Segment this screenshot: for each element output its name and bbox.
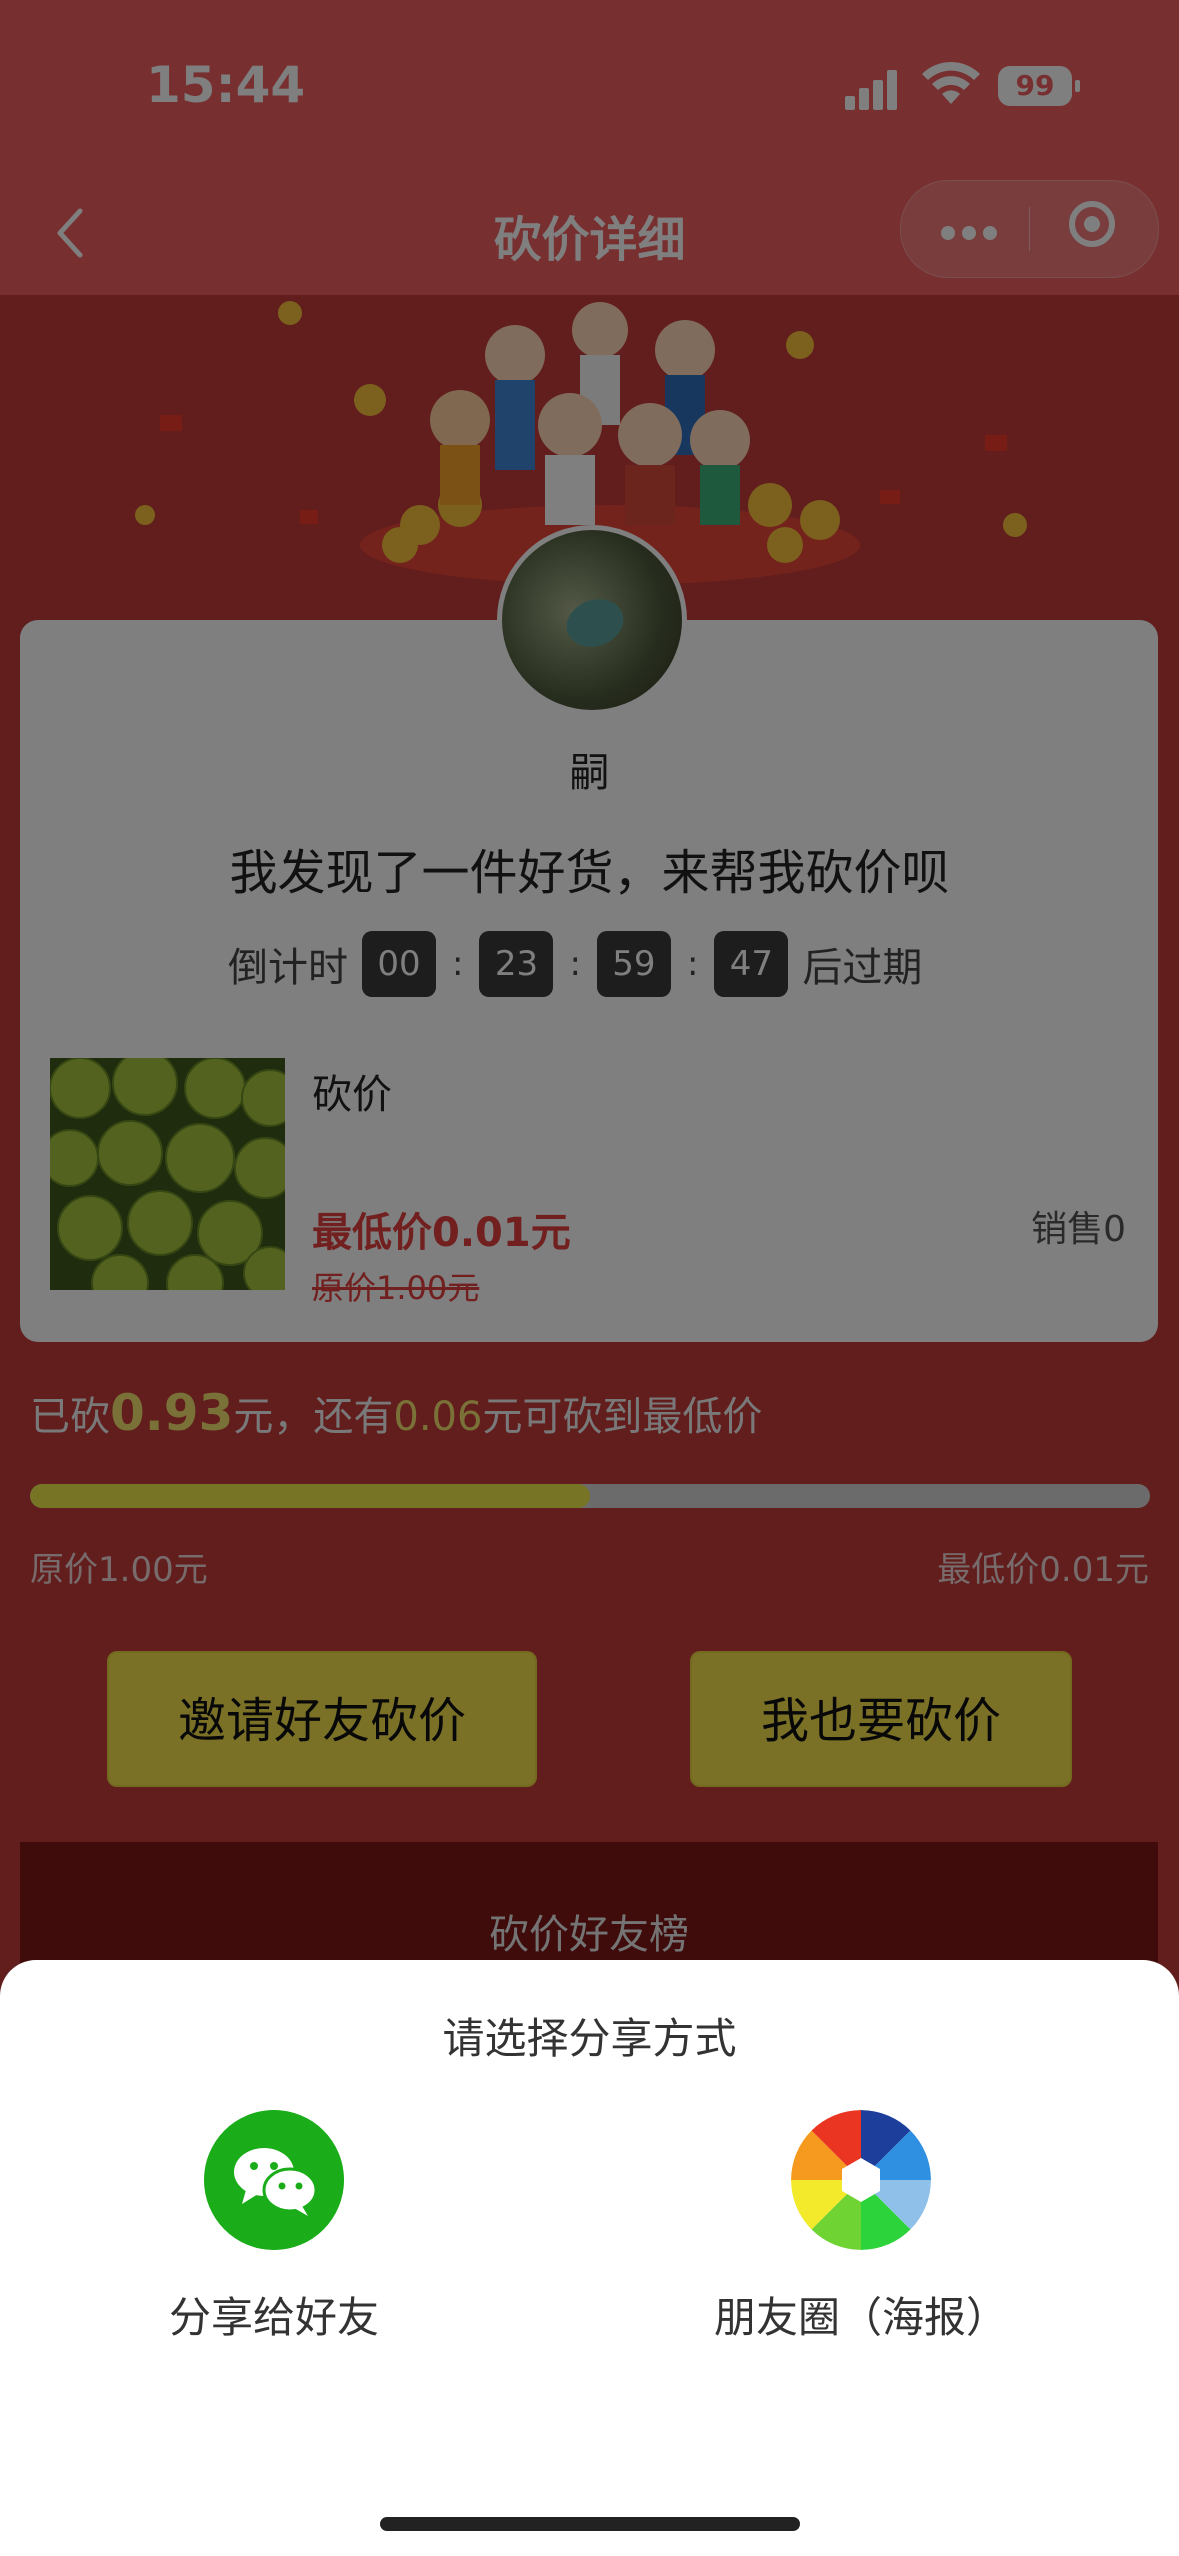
share-to-friend-option[interactable]: 分享给好友 [124, 2110, 424, 2345]
wechat-icon[interactable] [204, 2110, 344, 2250]
home-indicator [380, 2517, 800, 2531]
share-sheet-title: 请选择分享方式 [442, 2014, 737, 2063]
share-to-friend-label: 分享给好友 [168, 2293, 379, 2342]
share-sheet: 请选择分享方式 分享给好友 朋友圈（海报） [0, 1960, 1179, 2556]
share-moments-option[interactable]: 朋友圈（海报） [711, 2110, 1011, 2345]
share-moments-label: 朋友圈（海报） [713, 2293, 1008, 2342]
moments-icon[interactable] [791, 2110, 931, 2250]
